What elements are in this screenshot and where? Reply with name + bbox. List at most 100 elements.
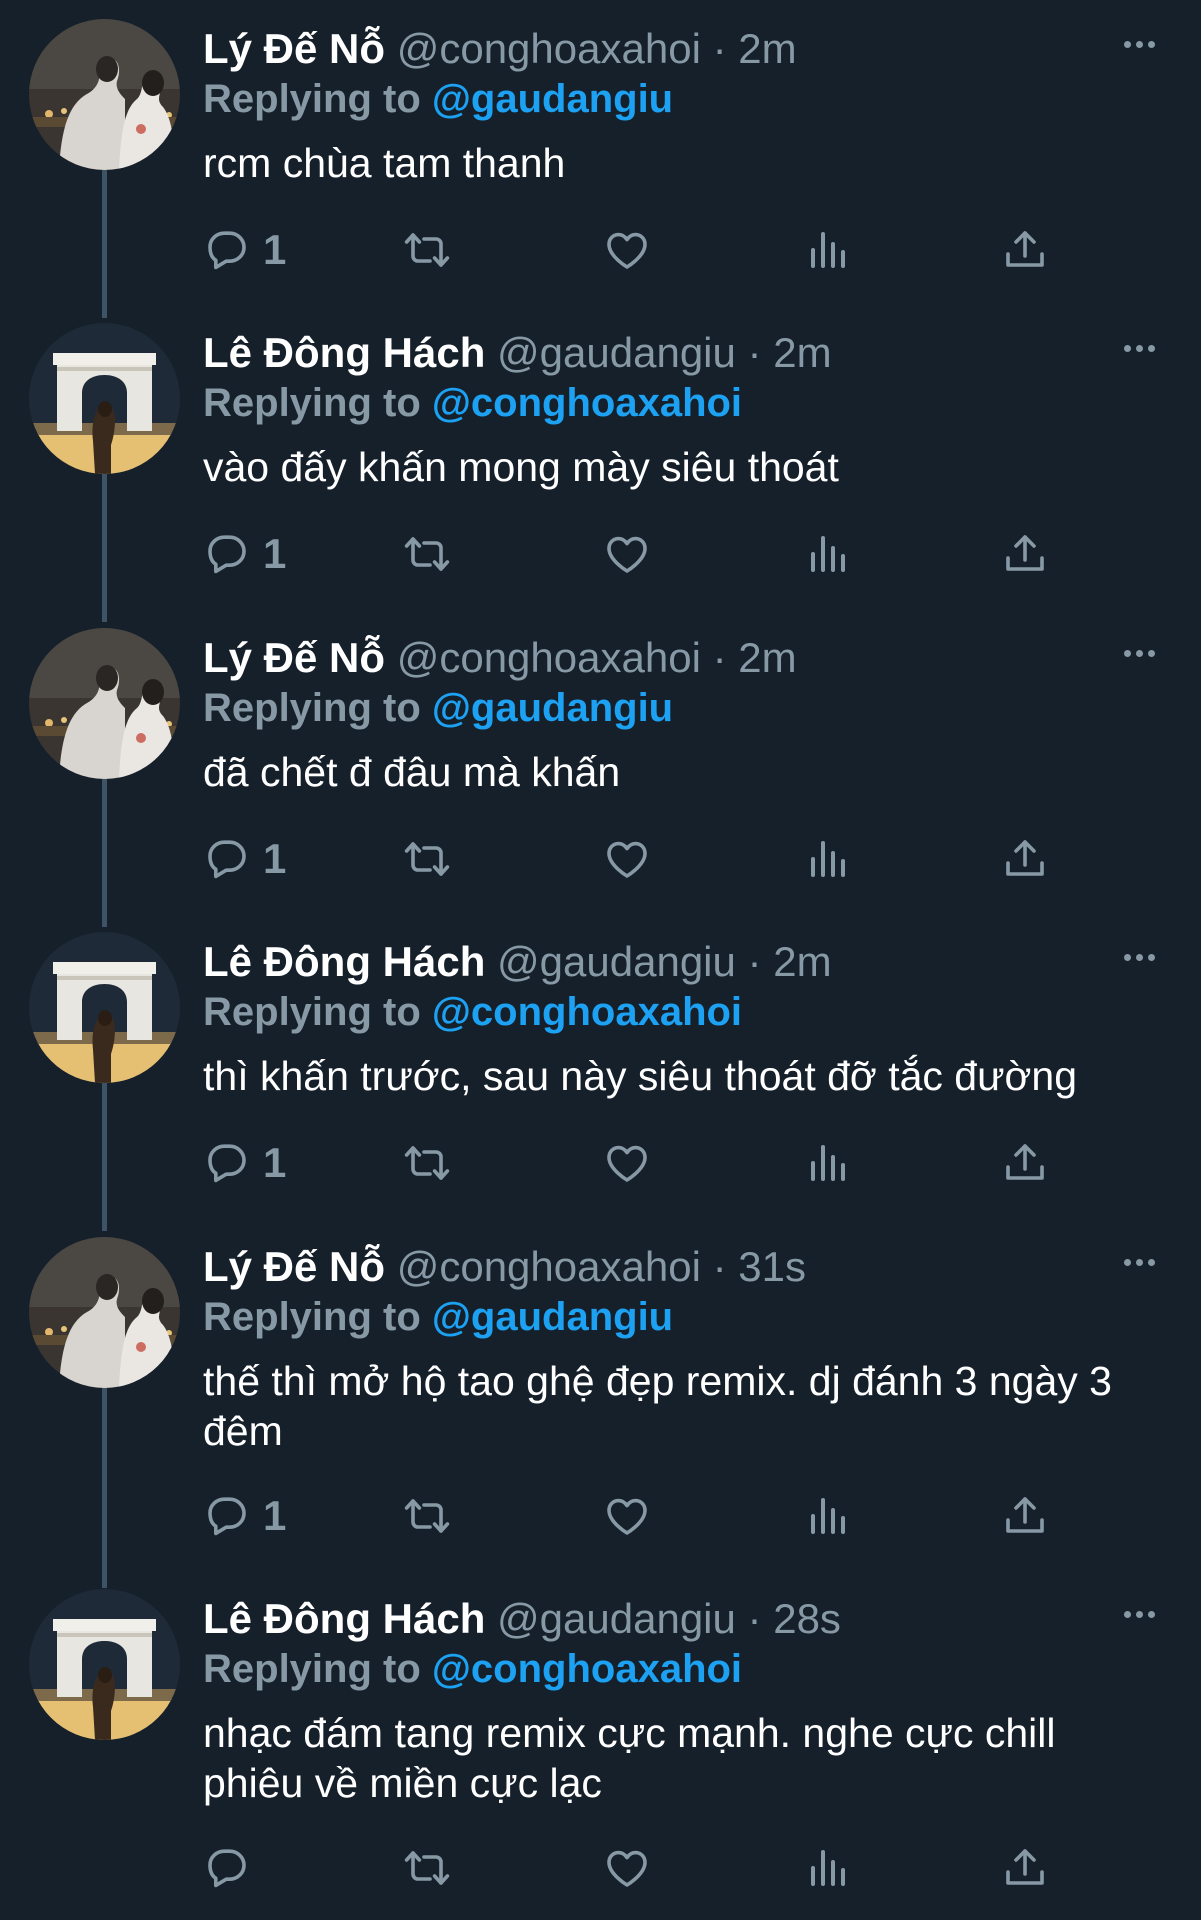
share-button[interactable]	[1001, 220, 1049, 280]
timestamp[interactable]: 2m	[773, 938, 831, 985]
like-button[interactable]	[603, 1486, 651, 1546]
reply-icon	[203, 1492, 251, 1540]
avatar[interactable]	[29, 1589, 180, 1740]
user-handle[interactable]: @gaudangiu	[497, 938, 736, 985]
tweet-actions: 1	[203, 829, 1063, 889]
tweet[interactable]: Lê Đông Hách @gaudangiu · 2m Replying to…	[0, 913, 1201, 1231]
avatar[interactable]	[29, 19, 180, 170]
like-button[interactable]	[603, 1133, 651, 1193]
reply-count: 1	[263, 530, 287, 577]
avatar[interactable]	[29, 628, 180, 779]
more-icon[interactable]	[1117, 1592, 1161, 1636]
replying-to-handle[interactable]: @gaudangiu	[432, 686, 673, 730]
tweet[interactable]: Lý Đế Nỗ @conghoaxahoi · 2m Replying to …	[0, 609, 1201, 927]
display-name[interactable]: Lý Đế Nỗ	[203, 1243, 385, 1290]
user-handle[interactable]: @conghoaxahoi	[397, 634, 701, 681]
reply-button[interactable]: 1	[203, 1486, 286, 1546]
retweet-button[interactable]	[403, 1133, 451, 1193]
like-button[interactable]	[603, 829, 651, 889]
more-icon[interactable]	[1117, 326, 1161, 370]
user-handle[interactable]: @gaudangiu	[497, 329, 736, 376]
retweet-button[interactable]	[403, 220, 451, 280]
share-icon	[1001, 1492, 1049, 1540]
timestamp[interactable]: 2m	[738, 25, 796, 72]
retweet-button[interactable]	[403, 1486, 451, 1546]
more-icon[interactable]	[1117, 1240, 1161, 1284]
analytics-button[interactable]	[803, 1486, 851, 1546]
replying-to-handle[interactable]: @conghoaxahoi	[432, 1647, 742, 1691]
display-name[interactable]: Lê Đông Hách	[203, 938, 485, 985]
reply-button[interactable]: 1	[203, 524, 286, 584]
tweet[interactable]: Lê Đông Hách @gaudangiu · 2m Replying to…	[0, 304, 1201, 622]
more-icon[interactable]	[1117, 22, 1161, 66]
share-button[interactable]	[1001, 1133, 1049, 1193]
tweet[interactable]: Lê Đông Hách @gaudangiu · 28s Replying t…	[0, 1570, 1201, 1920]
tweet-header: Lý Đế Nỗ @conghoaxahoi · 2m	[203, 24, 797, 74]
reply-icon	[203, 1844, 251, 1892]
avatar[interactable]	[29, 1237, 180, 1388]
share-button[interactable]	[1001, 524, 1049, 584]
user-handle[interactable]: @gaudangiu	[497, 1595, 736, 1642]
analytics-button[interactable]	[803, 220, 851, 280]
more-icon[interactable]	[1117, 631, 1161, 675]
user-handle[interactable]: @conghoaxahoi	[397, 25, 701, 72]
replying-to: Replying to @conghoaxahoi	[203, 1644, 742, 1694]
replying-to: Replying to @gaudangiu	[203, 683, 673, 733]
like-button[interactable]	[603, 524, 651, 584]
reply-button[interactable]: 1	[203, 1133, 286, 1193]
thread-line	[102, 777, 107, 927]
analytics-button[interactable]	[803, 829, 851, 889]
retweet-button[interactable]	[403, 524, 451, 584]
analytics-icon	[803, 530, 851, 578]
replying-to-handle[interactable]: @conghoaxahoi	[432, 381, 742, 425]
avatar[interactable]	[29, 932, 180, 1083]
reply-button[interactable]: 1	[203, 220, 286, 280]
tweet-text: vào đấy khấn mong mày siêu thoát	[203, 444, 839, 490]
replying-to-handle[interactable]: @conghoaxahoi	[432, 990, 742, 1034]
share-button[interactable]	[1001, 829, 1049, 889]
replying-to-handle[interactable]: @gaudangiu	[432, 77, 673, 121]
retweet-button[interactable]	[403, 829, 451, 889]
analytics-button[interactable]	[803, 1838, 851, 1898]
like-button[interactable]	[603, 1838, 651, 1898]
tweet-header: Lê Đông Hách @gaudangiu · 2m	[203, 328, 832, 378]
analytics-button[interactable]	[803, 1133, 851, 1193]
retweet-icon	[403, 530, 451, 578]
tweet-actions: 1	[203, 524, 1063, 584]
avatar[interactable]	[29, 323, 180, 474]
tweet[interactable]: Lý Đế Nỗ @conghoaxahoi · 2m Replying to …	[0, 0, 1201, 318]
like-icon	[603, 835, 651, 883]
timestamp[interactable]: 28s	[773, 1595, 841, 1642]
reply-button[interactable]: 1	[203, 829, 286, 889]
reply-button[interactable]	[203, 1838, 263, 1898]
timestamp[interactable]: 31s	[738, 1243, 806, 1290]
separator-dot: ·	[747, 329, 762, 376]
separator-dot: ·	[747, 1595, 762, 1642]
tweet-header: Lý Đế Nỗ @conghoaxahoi · 31s	[203, 1242, 806, 1292]
share-button[interactable]	[1001, 1486, 1049, 1546]
timestamp[interactable]: 2m	[738, 634, 796, 681]
replying-to: Replying to @gaudangiu	[203, 1292, 673, 1342]
replying-to: Replying to @gaudangiu	[203, 74, 673, 124]
reply-count: 1	[263, 1492, 287, 1539]
share-button[interactable]	[1001, 1838, 1049, 1898]
like-icon	[603, 226, 651, 274]
analytics-icon	[803, 1139, 851, 1187]
tweet-actions: 1	[203, 1486, 1063, 1546]
tweet-header: Lê Đông Hách @gaudangiu · 2m	[203, 937, 832, 987]
display-name[interactable]: Lý Đế Nỗ	[203, 25, 385, 72]
like-button[interactable]	[603, 220, 651, 280]
tweet-text: thì khấn trước, sau này siêu thoát đỡ tắ…	[203, 1053, 1078, 1099]
display-name[interactable]: Lý Đế Nỗ	[203, 634, 385, 681]
display-name[interactable]: Lê Đông Hách	[203, 329, 485, 376]
analytics-button[interactable]	[803, 524, 851, 584]
display-name[interactable]: Lê Đông Hách	[203, 1595, 485, 1642]
tweet[interactable]: Lý Đế Nỗ @conghoaxahoi · 31s Replying to…	[0, 1218, 1201, 1588]
separator-dot: ·	[747, 938, 762, 985]
reply-icon	[203, 835, 251, 883]
user-handle[interactable]: @conghoaxahoi	[397, 1243, 701, 1290]
more-icon[interactable]	[1117, 935, 1161, 979]
retweet-button[interactable]	[403, 1838, 451, 1898]
replying-to-handle[interactable]: @gaudangiu	[432, 1295, 673, 1339]
timestamp[interactable]: 2m	[773, 329, 831, 376]
